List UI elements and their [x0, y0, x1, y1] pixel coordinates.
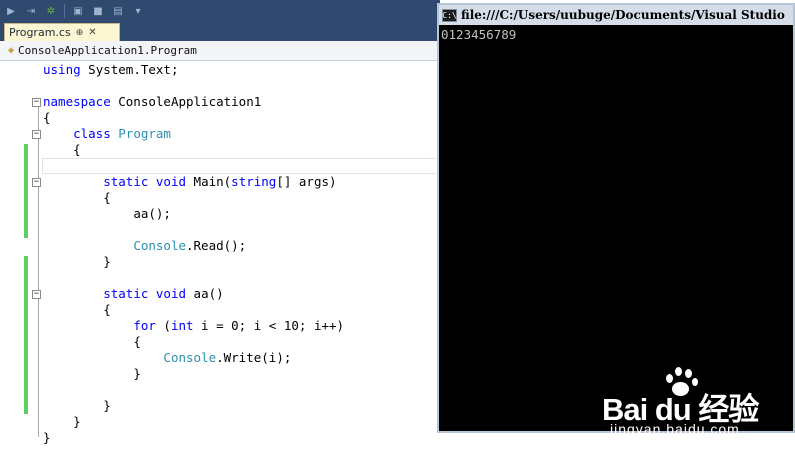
code-line-brace: }	[103, 254, 111, 269]
changed-lines-marker	[24, 256, 28, 414]
console-title: file:///C:/Users/uubuge/Documents/Visual…	[461, 8, 785, 22]
tab-label: Program.cs	[9, 26, 71, 39]
fold-toggle-namespace[interactable]: −	[32, 98, 41, 107]
fold-toggle-main[interactable]: −	[32, 178, 41, 187]
save-icon[interactable]: ▣	[71, 5, 85, 17]
tab-program-cs[interactable]: Program.cs ⊕ ✕	[4, 23, 120, 41]
code-line-brace: {	[43, 110, 51, 125]
current-line-highlight	[42, 158, 440, 174]
code-line-brace: }	[43, 430, 51, 445]
pin-icon[interactable]: ⊕	[76, 28, 84, 38]
dropdown-icon[interactable]: ▾	[131, 5, 145, 17]
step-over-icon[interactable]: ⇥	[24, 5, 38, 17]
document-tab-strip: Program.cs ⊕ ✕	[0, 22, 440, 41]
console-window[interactable]: C:\ file:///C:/Users/uubuge/Documents/Vi…	[437, 3, 795, 437]
step-icon[interactable]: ▶	[4, 5, 18, 17]
code-line-brace: {	[133, 334, 141, 349]
watermark-url: jingyan.baidu.com	[610, 421, 740, 437]
code-line-aa-signature: static void aa()	[103, 286, 224, 301]
toolbar-separator	[64, 4, 65, 18]
code-line-using: using System.Text;	[43, 62, 179, 77]
code-line-brace: {	[73, 142, 81, 157]
code-line-main-signature: static void Main(string[] args)	[103, 174, 337, 189]
navigation-bar[interactable]: ◈ ConsoleApplication1.Program	[0, 41, 440, 61]
code-line-brace: {	[103, 190, 111, 205]
code-line-brace: }	[73, 414, 81, 429]
code-line-namespace: namespace ConsoleApplication1	[43, 94, 262, 109]
fold-toggle-class[interactable]: −	[32, 130, 41, 139]
debug-toolbar: ▶ ⇥ ✲ ▣ ■ ▤ ▾	[0, 0, 440, 22]
code-line-brace: }	[133, 366, 141, 381]
console-output: 0123456789	[441, 27, 517, 42]
code-line-brace: {	[103, 302, 111, 317]
code-line-call-aa: aa();	[133, 206, 171, 221]
class-icon: ◈	[8, 45, 15, 56]
fold-toggle-aa[interactable]: −	[32, 290, 41, 299]
close-icon[interactable]: ✕	[88, 27, 96, 38]
console-app-icon[interactable]: C:\	[442, 8, 457, 22]
code-line-console-write: Console.Write(i);	[163, 350, 292, 365]
code-line-class: class Program	[73, 126, 171, 141]
baidu-watermark: Bai du 经验 jingyan.baidu.com	[602, 366, 787, 444]
changed-lines-marker	[24, 144, 28, 238]
code-editor[interactable]: − − − − using System.Text; namespace Con…	[0, 62, 440, 454]
code-line-brace: }	[103, 398, 111, 413]
build-icon[interactable]: ✲	[44, 5, 58, 17]
window-icon[interactable]: ▤	[111, 5, 125, 17]
class-path: ConsoleApplication1.Program	[18, 44, 197, 57]
stop-icon[interactable]: ■	[91, 5, 105, 17]
outline-guide	[38, 107, 39, 437]
console-title-bar[interactable]: C:\ file:///C:/Users/uubuge/Documents/Vi…	[439, 5, 793, 25]
code-line-for-loop: for (int i = 0; i < 10; i++)	[133, 318, 345, 333]
code-line-console-read: Console.Read();	[133, 238, 247, 253]
